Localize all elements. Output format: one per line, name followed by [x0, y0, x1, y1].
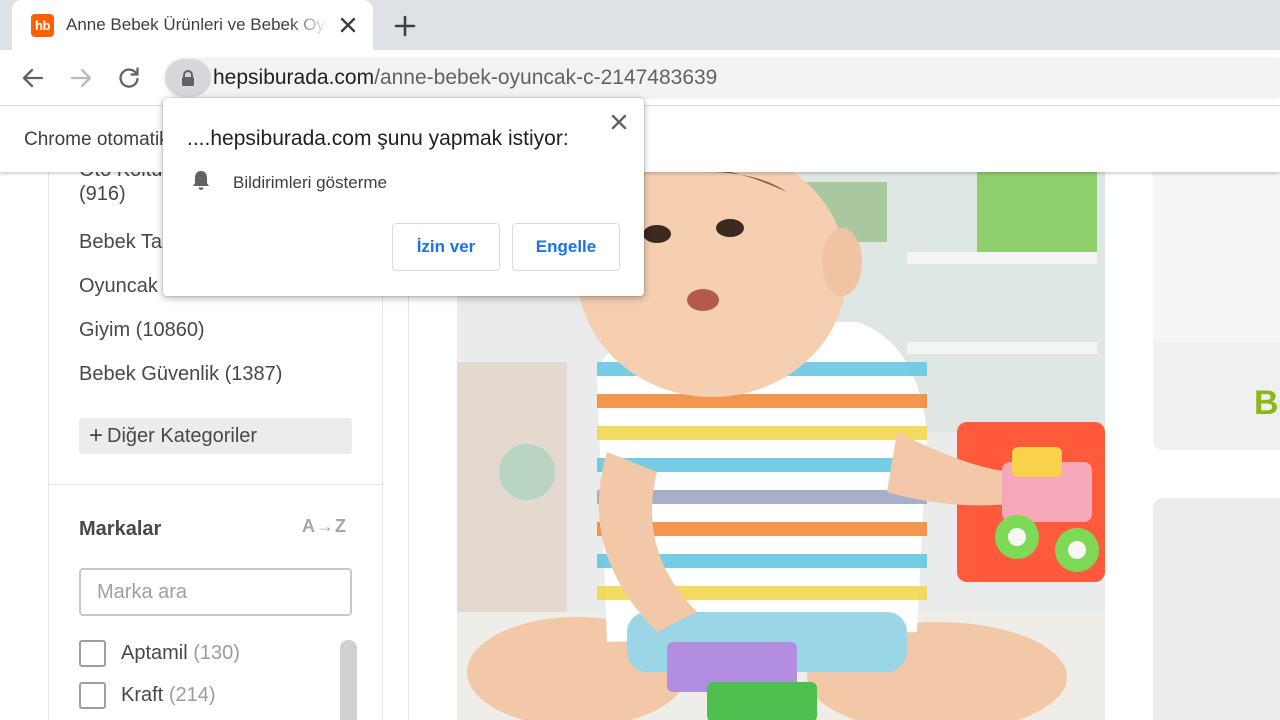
brand-checkbox[interactable] [79, 640, 106, 667]
bell-icon [193, 171, 209, 190]
section-divider [49, 484, 382, 485]
brand-list-scrollbar[interactable] [340, 640, 357, 720]
back-arrow-icon[interactable] [19, 64, 47, 92]
brand-search-input[interactable] [79, 568, 352, 616]
url-path: /anne-bebek-oyuncak-c-2147483639 [374, 66, 718, 89]
site-info-button[interactable] [165, 59, 211, 97]
promo-card-2[interactable] [1153, 498, 1280, 720]
promo-card[interactable]: Be [1153, 172, 1280, 450]
brand-checkbox[interactable] [79, 682, 106, 709]
reload-icon[interactable] [115, 64, 143, 92]
more-categories-button[interactable]: + Diğer Kategoriler [79, 418, 352, 454]
allow-button[interactable]: İzin ver [392, 223, 500, 271]
category-bebek-guvenlik[interactable]: Bebek Güvenlik (1387) [79, 362, 282, 386]
brand-count: (130) [193, 642, 240, 664]
lock-icon [182, 70, 194, 86]
permission-description: Bildirimleri gösterme [233, 173, 387, 192]
sort-az-icon[interactable]: A→Z [302, 516, 347, 537]
brands-heading: Markalar [79, 518, 162, 540]
close-tab-icon[interactable] [336, 13, 360, 37]
brand-count: (214) [168, 684, 216, 706]
forward-arrow-icon[interactable] [67, 64, 95, 92]
url-text[interactable]: hepsiburada.com/anne-bebek-oyuncak-c-214… [213, 66, 717, 90]
new-tab-icon[interactable] [391, 12, 419, 40]
close-icon[interactable] [607, 110, 631, 134]
address-bar[interactable]: hepsiburada.com/anne-bebek-oyuncak-c-214… [163, 57, 1280, 99]
brand-name: Aptamil [121, 642, 188, 664]
tab-title: Anne Bebek Ürünleri ve Bebek Oyuncakları [66, 15, 328, 34]
category-giyim[interactable]: Giyim (10860) [79, 318, 205, 342]
category-oyuncak[interactable]: Oyuncak [79, 274, 158, 298]
browser-tab[interactable]: hb Anne Bebek Ürünleri ve Bebek Oyuncakl… [12, 0, 373, 50]
more-categories-label: Diğer Kategoriler [107, 425, 258, 447]
site-favicon-icon: hb [31, 14, 54, 37]
promo-card-text: Be [1254, 384, 1280, 422]
category-count: (916) [79, 183, 126, 205]
notification-permission-dialog: ....hepsiburada.com şunu yapmak istiyor:… [163, 98, 644, 296]
dialog-title: ....hepsiburada.com şunu yapmak istiyor: [187, 127, 569, 150]
url-host: hepsiburada.com [213, 66, 375, 89]
brand-name: Kraft [121, 684, 164, 706]
tab-strip: hb Anne Bebek Ürünleri ve Bebek Oyuncakl… [0, 0, 1280, 50]
plus-icon: + [89, 422, 104, 449]
block-button[interactable]: Engelle [512, 223, 620, 271]
